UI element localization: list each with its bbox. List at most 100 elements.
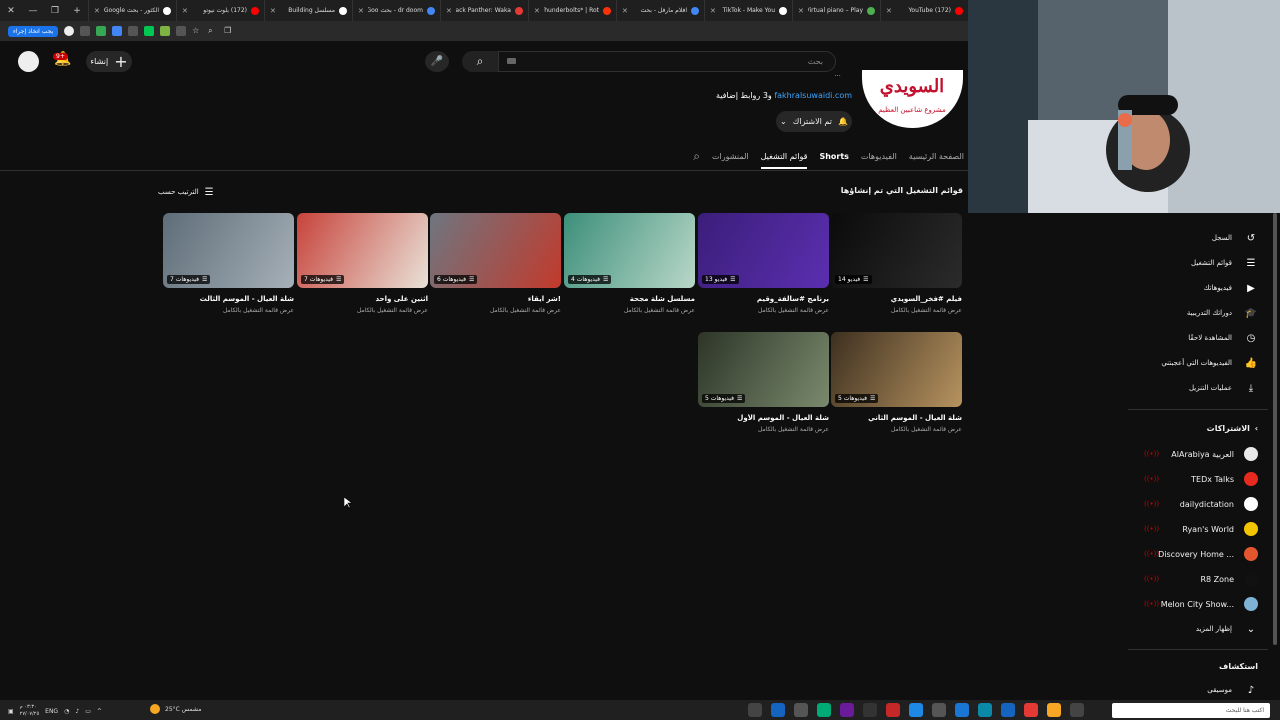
subscription-item[interactable]: ((•)) Melon City Show... <box>1128 594 1258 614</box>
browser-tab[interactable]: ✕ مسلسل Building <box>264 0 352 21</box>
battery-icon[interactable]: ▭ <box>85 708 91 715</box>
view-full-playlist-link[interactable]: عرض قائمة التشغيل بالكامل <box>698 307 829 314</box>
close-tab-icon[interactable]: ✕ <box>270 7 276 15</box>
app-icon[interactable] <box>771 703 785 717</box>
playlist-title[interactable]: شلة العيال - الموسم الثاني <box>831 414 962 422</box>
app-icon[interactable] <box>955 703 969 717</box>
tab-shorts[interactable]: Shorts <box>819 148 848 165</box>
app-icon[interactable] <box>932 703 946 717</box>
playlist-thumbnail[interactable]: 13 فيديو ☰ <box>698 213 829 288</box>
sidebar-item[interactable]: دوراتك التدريبية 🎓 <box>1128 303 1258 323</box>
browser-tab[interactable]: ✕ (172) YouTube <box>880 0 968 21</box>
playlist-title[interactable]: شلة العيال - الموسم الثالث <box>163 295 294 303</box>
app-icon[interactable] <box>840 703 854 717</box>
subscription-item[interactable]: ((•)) TEDx Talks <box>1128 469 1258 489</box>
extension-icon[interactable] <box>144 26 155 36</box>
chevron-up-icon[interactable]: ^ <box>97 708 102 715</box>
playlist-card[interactable]: 4 فيديوهات ☰ مسلسل شلة مجحة عرض قائمة ال… <box>564 213 695 314</box>
show-more-button[interactable]: إظهار المزيد ⌄ <box>1128 619 1258 639</box>
taskbar-search[interactable]: اكتب هنا للبحث <box>1112 703 1270 718</box>
chrome-icon[interactable] <box>1024 703 1038 717</box>
playlist-title[interactable]: شلة العيال - الموسم الأول <box>698 414 829 422</box>
playlist-title[interactable]: شر ايقاء! <box>430 295 561 303</box>
sidebar-item[interactable]: موسيقى ♪ <box>1128 680 1258 700</box>
extension-icon[interactable] <box>176 26 187 36</box>
sidebar-item[interactable]: قوائم التشغيل ☰ <box>1128 253 1258 273</box>
browser-tab[interactable]: ✕ Black Panther: Waka <box>440 0 528 21</box>
app-icon[interactable] <box>817 703 831 717</box>
notifications-icon[interactable]: ▣ <box>8 708 14 715</box>
close-tab-icon[interactable]: ✕ <box>622 7 628 15</box>
subscription-item[interactable]: ((•)) AlArabiya العربية <box>1128 444 1258 464</box>
playlist-card[interactable]: 5 فيديوهات ☰ شلة العيال - الموسم الأول ع… <box>698 332 829 433</box>
sidebar-item[interactable]: عمليات التنزيل ⤓ <box>1128 378 1258 398</box>
weather-widget[interactable]: 25°C مشمس <box>150 704 201 714</box>
sidebar-scrollbar[interactable] <box>1273 213 1277 645</box>
more-links-label[interactable]: و3 روابط إضافية <box>716 91 772 100</box>
view-full-playlist-link[interactable]: عرض قائمة التشغيل بالكامل <box>297 307 428 314</box>
app-icon[interactable] <box>909 703 923 717</box>
extension-icon[interactable] <box>112 26 123 36</box>
view-full-playlist-link[interactable]: عرض قائمة التشغيل بالكامل <box>698 426 829 433</box>
browser-tab[interactable]: ✕ TikTok - Make You <box>704 0 792 21</box>
close-tab-icon[interactable]: ✕ <box>358 7 364 15</box>
view-full-playlist-link[interactable]: عرض قائمة التشغيل بالكامل <box>564 307 695 314</box>
close-tab-icon[interactable]: ✕ <box>94 7 100 15</box>
language-indicator[interactable]: ENG <box>45 708 58 715</box>
settings-icon[interactable] <box>794 703 808 717</box>
sidebar-item[interactable]: السجل ↺ <box>1128 228 1258 248</box>
subscription-item[interactable]: ((•)) Ryan's World <box>1128 519 1258 539</box>
channel-search-icon[interactable]: ⌕ <box>693 145 700 168</box>
channel-avatar[interactable]: السويدي مشروع شاعبين العظيم <box>862 70 963 128</box>
browser-tab[interactable]: ✕ Thunderbolts* | Rot <box>528 0 616 21</box>
subscription-item[interactable]: ((•)) R8 Zone <box>1128 569 1258 589</box>
extension-icon[interactable] <box>128 26 139 36</box>
app-icon[interactable] <box>748 703 762 717</box>
subscription-item[interactable]: ((•)) Discovery Home ... <box>1128 544 1258 564</box>
tab-home[interactable]: الصفحة الرئيسية <box>909 148 964 165</box>
close-window-icon[interactable]: ✕ <box>0 6 22 16</box>
folder-icon[interactable] <box>1047 703 1061 717</box>
tabs-icon[interactable]: ❐ <box>224 26 234 36</box>
extension-icon[interactable] <box>80 26 91 36</box>
action-required-pill[interactable]: يجب اتخاذ إجراء <box>8 25 59 37</box>
extension-icon[interactable] <box>160 26 171 36</box>
tab-posts[interactable]: المنشورات <box>712 148 749 165</box>
sort-button[interactable]: الترتيب حسب ☰ <box>158 185 220 199</box>
subscription-item[interactable]: ((•)) dailydictation <box>1128 494 1258 514</box>
avatar[interactable] <box>18 51 39 72</box>
subscriptions-heading[interactable]: الاشتراكات ‹ <box>1128 424 1258 433</box>
browser-tab[interactable]: ✕ Virtual piano – Play <box>792 0 880 21</box>
task-view-icon[interactable] <box>1070 703 1084 717</box>
playlist-thumbnail[interactable]: 14 فيديو ☰ <box>831 213 962 288</box>
sidebar-item[interactable]: فيديوهاتك ▶ <box>1128 278 1258 298</box>
browser-tab[interactable]: ✕ (172) بلوت نيوتو <box>176 0 264 21</box>
browser-tab[interactable]: ✕ افلام مارفل - بحث <box>616 0 704 21</box>
create-button[interactable]: إنشاء + <box>86 51 132 72</box>
keyboard-icon[interactable] <box>507 58 516 64</box>
tab-videos[interactable]: الفيديوهات <box>861 148 897 165</box>
playlist-thumbnail[interactable]: 7 فيديوهات ☰ <box>297 213 428 288</box>
browser-tab[interactable]: ✕ الكثور - بحث Google <box>88 0 176 21</box>
extension-icon[interactable] <box>96 26 107 36</box>
star-icon[interactable]: ☆ <box>192 26 202 36</box>
app-icon[interactable] <box>886 703 900 717</box>
sidebar-item[interactable]: الفيديوهات التي أعجبتني 👍 <box>1128 353 1258 373</box>
playlist-card[interactable]: 14 فيديو ☰ فيلم #فخر_السويدي عرض قائمة ا… <box>831 213 962 314</box>
volume-icon[interactable]: ♪ <box>75 708 79 715</box>
edge-icon[interactable] <box>978 703 992 717</box>
view-full-playlist-link[interactable]: عرض قائمة التشغيل بالكامل <box>831 307 962 314</box>
search-input[interactable] <box>498 51 836 72</box>
playlist-thumbnail[interactable]: 5 فيديوهات ☰ <box>831 332 962 407</box>
subscribed-button[interactable]: ⌄ تم الاشتراك 🔔 <box>776 111 852 132</box>
app-icon[interactable] <box>1001 703 1015 717</box>
close-tab-icon[interactable]: ✕ <box>886 7 892 15</box>
close-tab-icon[interactable]: ✕ <box>534 7 540 15</box>
playlist-thumbnail[interactable]: 5 فيديوهات ☰ <box>698 332 829 407</box>
sidebar-item[interactable]: المشاهدة لاحقًا ◷ <box>1128 328 1258 348</box>
minimize-window-icon[interactable]: — <box>22 6 44 16</box>
network-icon[interactable]: ◔ <box>64 708 69 715</box>
view-full-playlist-link[interactable]: عرض قائمة التشغيل بالكامل <box>430 307 561 314</box>
extension-icon[interactable] <box>64 26 75 36</box>
playlist-card[interactable]: 7 فيديوهات ☰ شلة العيال - الموسم الثالث … <box>163 213 294 314</box>
